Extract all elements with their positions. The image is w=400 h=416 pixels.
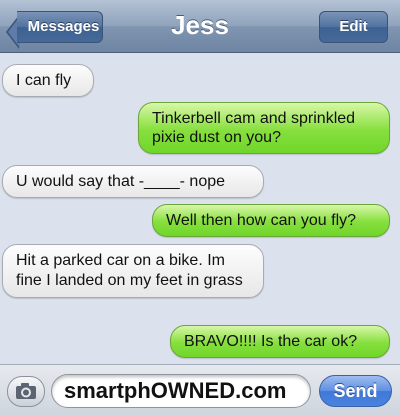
message-bubble-received: U would say that -____- nope [2,165,264,198]
message-input[interactable]: smartphOWNED.com [51,374,311,408]
nav-bar: Messages Jess Edit [0,0,400,53]
message-bubble-received: I can fly [2,64,94,97]
message-composer: smartphOWNED.com Send [0,364,400,416]
camera-button[interactable] [7,376,45,407]
message-bubble-received: Hit a parked car on a bike. Im fine I la… [2,244,264,298]
message-bubble-sent: Well then how can you fly? [152,204,390,237]
message-bubble-sent: Tinkerbell cam and sprinkled pixie dust … [138,102,390,154]
message-bubble-sent: BRAVO!!!! Is the car ok? [170,325,390,358]
edit-button[interactable]: Edit [319,11,388,43]
send-button[interactable]: Send [319,375,392,407]
camera-icon [16,383,36,399]
